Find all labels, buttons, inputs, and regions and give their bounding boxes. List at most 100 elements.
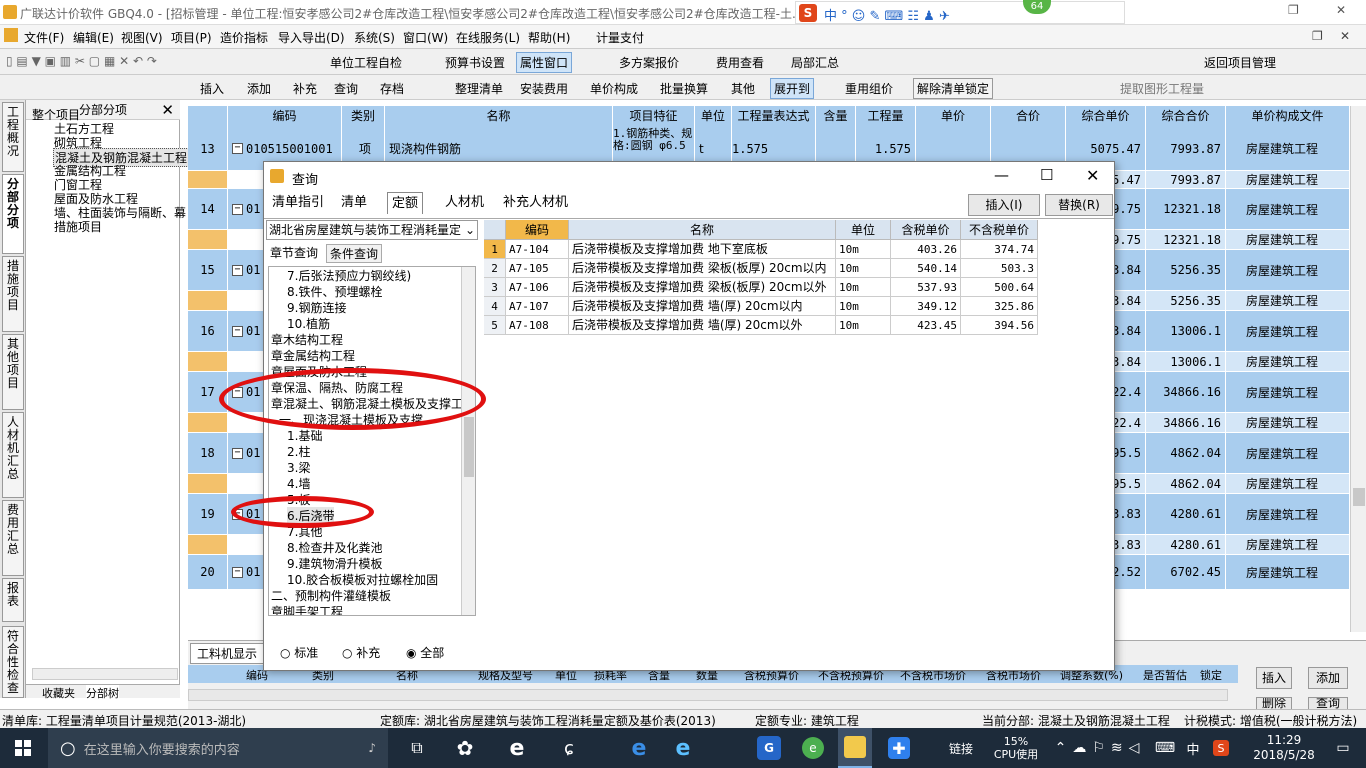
cell-num[interactable]: 16 [188, 311, 228, 351]
cell-file[interactable]: 房屋建筑工程 [1226, 555, 1350, 589]
collapse-icon[interactable]: − [232, 566, 243, 578]
tab-sub-items[interactable]: 分部分项 [2, 174, 24, 254]
chapter-node[interactable]: 8.铁件、预埋螺栓 [287, 283, 382, 300]
cell-file[interactable]: 房屋建筑工程 [1226, 127, 1350, 170]
chapter-tree-scroll-thumb[interactable] [464, 417, 474, 477]
property-window-button[interactable]: 属性窗口 [516, 52, 573, 73]
price-composition-menu[interactable]: 单价构成 [590, 80, 638, 97]
result-cell-notax[interactable]: 374.74 [961, 240, 1038, 259]
result-cell-tax[interactable]: 423.45 [891, 316, 961, 335]
tab-labor-display[interactable]: 工料机显示 [190, 643, 265, 664]
minimize-icon[interactable]: — [994, 166, 1009, 184]
result-header-notax-price[interactable]: 不含税单价 [961, 220, 1038, 240]
multi-scheme-button[interactable]: 多方案报价 [619, 54, 679, 71]
chapter-node[interactable]: 9.建筑物滑升模板 [287, 555, 382, 572]
chapter-tree-scrollbar[interactable] [461, 267, 475, 615]
tab-favorites[interactable]: 收藏夹 [42, 685, 75, 701]
result-cell-unit[interactable]: 10m [836, 240, 891, 259]
chapter-node[interactable]: 9.钢筋连接 [287, 299, 346, 316]
result-row[interactable]: 4 A7-107 后浇带模板及支撑增加费 墙(厚) 20cm以内 10m 349.12 3… [484, 297, 1038, 316]
result-cell-notax[interactable]: 503.3 [961, 259, 1038, 278]
cell-total[interactable]: 4862.04 [1146, 433, 1226, 473]
task-view-icon[interactable]: ⧉ [400, 728, 434, 768]
bottom-hscrollbar[interactable] [188, 689, 1228, 701]
reuse-price-menu[interactable]: 重用组价 [845, 80, 893, 97]
cell-total[interactable]: 7993.87 [1146, 127, 1226, 170]
cell-total[interactable]: 4862.04 [1146, 474, 1226, 493]
cell-num[interactable]: 14 [188, 189, 228, 229]
edge-icon[interactable]: e [500, 728, 534, 768]
tab-labor-material[interactable]: 人材机汇总 [2, 412, 24, 498]
result-cell-code[interactable]: A7-106 [506, 278, 569, 297]
ime-toolbar[interactable]: S 中 ° ☺ ✎ ⌨ ☷ ♟ ✈ [795, 1, 1125, 24]
maximize-icon[interactable]: ☐ [1040, 166, 1053, 184]
tab-supplement-labor[interactable]: 补充人材机 [499, 192, 572, 214]
menu-view[interactable]: 视图(V) [121, 29, 163, 46]
chapter-node[interactable]: 章金属结构工程 [271, 347, 355, 364]
extract-quantity-button[interactable]: 提取图形工程量 [1120, 80, 1204, 97]
bottom-insert-button[interactable]: 插入 [1256, 667, 1292, 689]
menu-project[interactable]: 项目(P) [171, 29, 212, 46]
quota-library-select[interactable]: 湖北省房屋建筑与装饰工程消耗量定 ⌄ [266, 220, 478, 240]
result-cell-code[interactable]: A7-104 [506, 240, 569, 259]
notification-icon[interactable]: ▭ [1326, 728, 1360, 768]
tab-compliance-check[interactable]: 符合性检查 [2, 626, 24, 698]
chapter-node[interactable]: 章脚手架工程 [271, 603, 343, 615]
cell-num[interactable]: 13 [188, 127, 228, 170]
cell-num[interactable] [188, 474, 228, 493]
close-icon[interactable]: ✕ [1086, 166, 1099, 185]
radio-all[interactable]: ◉ 全部 [406, 644, 444, 661]
swirl-app-icon[interactable]: ɕ [552, 728, 586, 768]
insert-menu[interactable]: 插入 [200, 80, 224, 97]
result-cell-name[interactable]: 后浇带模板及支撑增加费 墙(厚) 20cm以外 [569, 316, 836, 335]
result-cell-n[interactable]: 2 [484, 259, 506, 278]
cell-total[interactable]: 4280.61 [1146, 535, 1226, 554]
result-cell-tax[interactable]: 403.26 [891, 240, 961, 259]
tab-labor-material[interactable]: 人材机 [441, 192, 488, 214]
tray-icons[interactable]: ⌃☁⚐≋◁ [1050, 728, 1150, 768]
result-cell-code[interactable]: A7-107 [506, 297, 569, 316]
keyboard-icon[interactable]: ⌨ [1152, 728, 1178, 768]
toolbar-file-icons[interactable]: ▯ ▤ ▼ ▣ ▥ ✂ ▢ ▦ ✕ ↶ ↷ [6, 54, 157, 68]
tree-item[interactable]: 措施项目 [54, 218, 102, 235]
menu-system[interactable]: 系统(S) [354, 29, 395, 46]
tab-project-overview[interactable]: 工程概况 [2, 102, 24, 172]
cell-file[interactable]: 房屋建筑工程 [1226, 413, 1350, 432]
cell-file[interactable]: 房屋建筑工程 [1226, 291, 1350, 310]
cell-total[interactable]: 4280.61 [1146, 494, 1226, 534]
result-row[interactable]: 2 A7-105 后浇带模板及支撑增加费 梁板(板厚) 20cm以内 10m 540.1… [484, 259, 1038, 278]
green-app-icon[interactable]: e [796, 728, 830, 768]
result-cell-tax[interactable]: 540.14 [891, 259, 961, 278]
cell-total[interactable]: 7993.87 [1146, 171, 1226, 188]
cpu-usage[interactable]: 15% CPU使用 [990, 728, 1042, 768]
result-header-code[interactable]: 编码 [506, 220, 569, 240]
supplement-menu[interactable]: 补充 [293, 80, 317, 97]
collapse-icon[interactable]: − [232, 264, 243, 276]
cell-num[interactable]: 19 [188, 494, 228, 534]
ie-blue-icon[interactable]: e [666, 728, 700, 768]
tab-condition-query[interactable]: 条件查询 [326, 244, 383, 263]
result-cell-n[interactable]: 3 [484, 278, 506, 297]
result-cell-code[interactable]: A7-108 [506, 316, 569, 335]
cell-file[interactable]: 房屋建筑工程 [1226, 250, 1350, 290]
cell-num[interactable] [188, 352, 228, 371]
result-cell-code[interactable]: A7-105 [506, 259, 569, 278]
result-cell-name[interactable]: 后浇带模板及支撑增加费 梁板(板厚) 20cm以外 [569, 278, 836, 297]
result-row[interactable]: 5 A7-108 后浇带模板及支撑增加费 墙(厚) 20cm以外 10m 423.45 3… [484, 316, 1038, 335]
result-cell-n[interactable]: 5 [484, 316, 506, 335]
tree-hscrollbar[interactable] [32, 668, 178, 680]
result-header-unit[interactable]: 单位 [836, 220, 891, 240]
menu-import-export[interactable]: 导入导出(D) [278, 29, 345, 46]
close-icon[interactable]: ✕ [1336, 3, 1346, 17]
return-project-button[interactable]: 返回项目管理 [1204, 54, 1276, 71]
batch-convert-menu[interactable]: 批量换算 [660, 80, 708, 97]
tab-reports[interactable]: 报表 [2, 578, 24, 622]
chapter-node[interactable]: 10.植筋 [287, 315, 330, 332]
chapter-node[interactable]: 章木结构工程 [271, 331, 343, 348]
app-menu-icon[interactable] [4, 28, 18, 42]
result-cell-notax[interactable]: 500.64 [961, 278, 1038, 297]
taskbar-link[interactable]: 链接 [945, 728, 977, 768]
radio-standard[interactable]: ○ 标准 [280, 644, 318, 661]
other-menu[interactable]: 其他 [731, 80, 755, 97]
result-header-tax-price[interactable]: 含税单价 [891, 220, 961, 240]
